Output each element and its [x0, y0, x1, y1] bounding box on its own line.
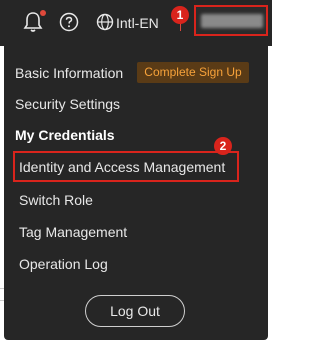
step-badge-1: 1: [171, 6, 189, 24]
language-selector[interactable]: Intl-EN: [116, 14, 159, 32]
menu-item-switch-role[interactable]: Switch Role: [19, 191, 93, 209]
menu-item-my-credentials[interactable]: My Credentials: [15, 126, 115, 144]
account-name-redacted: [201, 14, 263, 28]
menu-item-basic-information[interactable]: Basic Information: [15, 64, 123, 82]
help-circle-icon[interactable]: [59, 12, 79, 32]
account-menu-button[interactable]: [194, 5, 268, 36]
complete-sign-up-badge[interactable]: Complete Sign Up: [137, 62, 249, 83]
notification-dot: [40, 10, 46, 16]
step-badge-2: 2: [214, 137, 232, 155]
top-navigation-bar: Intl-EN 1: [0, 0, 272, 46]
menu-item-security-settings[interactable]: Security Settings: [15, 95, 120, 113]
globe-icon[interactable]: [96, 13, 114, 31]
log-out-button[interactable]: Log Out: [85, 295, 185, 327]
menu-item-identity-and-access-management[interactable]: Identity and Access Management: [19, 158, 225, 176]
menu-item-operation-log[interactable]: Operation Log: [19, 255, 108, 273]
menu-item-tag-management[interactable]: Tag Management: [19, 223, 127, 241]
